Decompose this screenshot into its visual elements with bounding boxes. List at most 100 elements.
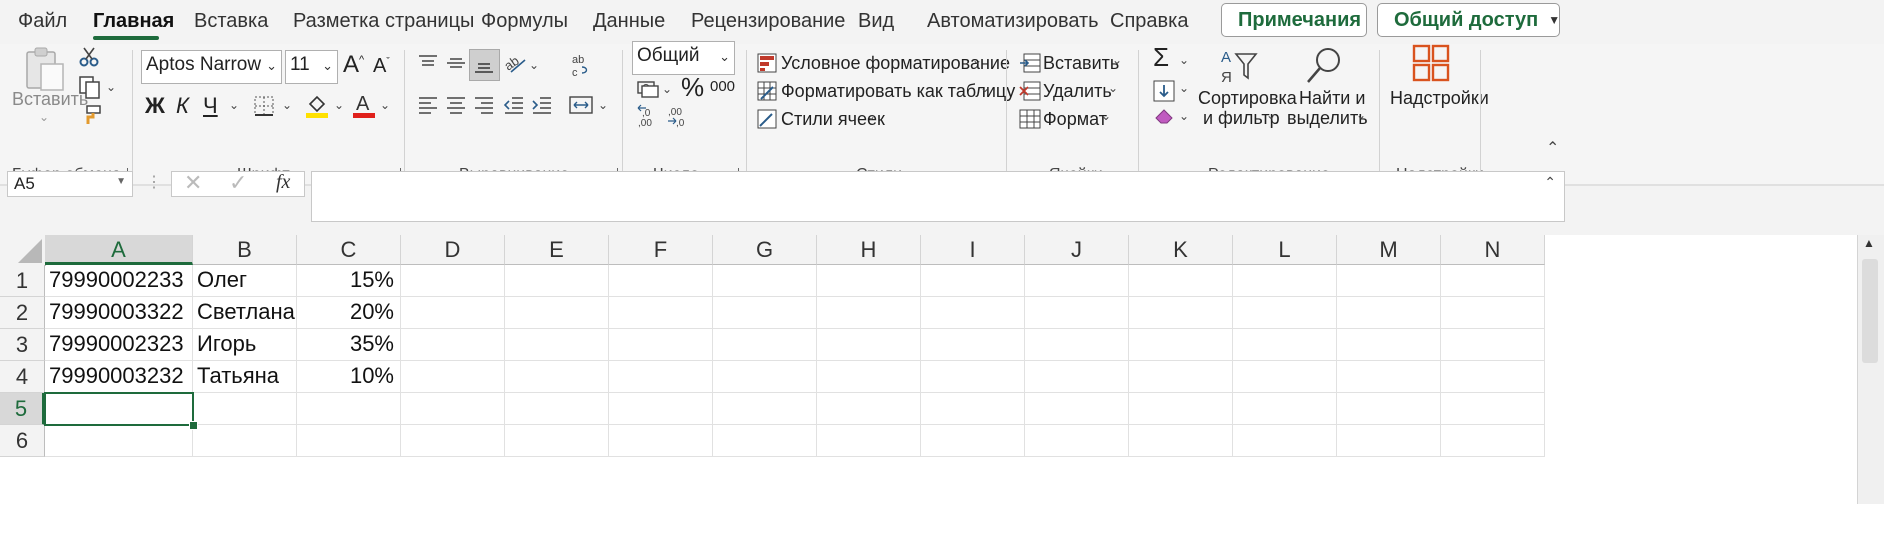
- tab-home[interactable]: Главная: [93, 10, 174, 33]
- chevron-down-icon[interactable]: ⌄: [39, 110, 49, 124]
- decrease-indent-icon[interactable]: [503, 95, 525, 115]
- column-header-h[interactable]: H: [817, 235, 921, 265]
- cell-f4[interactable]: [609, 361, 713, 393]
- cell-g6[interactable]: [713, 425, 817, 457]
- cell-a6[interactable]: [45, 425, 193, 457]
- column-header-f[interactable]: F: [609, 235, 713, 265]
- percent-style-button[interactable]: %: [681, 72, 704, 103]
- chevron-down-icon[interactable]: ⌄: [1179, 81, 1189, 95]
- cell-a2[interactable]: 79990003322: [45, 297, 193, 329]
- column-header-a[interactable]: A: [45, 235, 193, 265]
- cell-g1[interactable]: [713, 265, 817, 297]
- scroll-thumb[interactable]: [1862, 259, 1878, 363]
- autosum-icon[interactable]: Σ: [1153, 42, 1169, 73]
- tab-automate[interactable]: Автоматизировать: [927, 10, 1099, 33]
- cell-d2[interactable]: [401, 297, 505, 329]
- chevron-down-icon[interactable]: ⌄: [282, 98, 292, 112]
- tab-page-layout[interactable]: Разметка страницы: [293, 10, 474, 33]
- cell-f6[interactable]: [609, 425, 713, 457]
- scroll-up-icon[interactable]: ▲: [1863, 236, 1875, 250]
- format-cells-button[interactable]: Формат: [1043, 109, 1107, 130]
- cell-l2[interactable]: [1233, 297, 1337, 329]
- cell-b6[interactable]: [193, 425, 297, 457]
- cell-l1[interactable]: [1233, 265, 1337, 297]
- cell-h5[interactable]: [817, 393, 921, 425]
- tab-help[interactable]: Справка: [1110, 10, 1188, 33]
- cell-i4[interactable]: [921, 361, 1025, 393]
- insert-cells-icon[interactable]: [1019, 53, 1041, 73]
- column-header-l[interactable]: L: [1233, 235, 1337, 265]
- chevron-down-icon[interactable]: ⌄: [980, 81, 990, 95]
- chevron-down-icon[interactable]: ⌄: [1112, 53, 1122, 67]
- cell-i6[interactable]: [921, 425, 1025, 457]
- align-top-icon[interactable]: [417, 53, 439, 73]
- cell-k1[interactable]: [1129, 265, 1233, 297]
- font-color-icon[interactable]: A: [352, 92, 376, 118]
- align-right-icon[interactable]: [473, 95, 495, 115]
- addins-icon[interactable]: [1412, 44, 1450, 82]
- name-box[interactable]: A5 ▼: [7, 171, 133, 197]
- row-header-4[interactable]: 4: [0, 361, 45, 393]
- column-header-i[interactable]: I: [921, 235, 1025, 265]
- insert-cells-button[interactable]: Вставить: [1043, 53, 1119, 74]
- tab-review[interactable]: Рецензирование: [691, 10, 845, 33]
- enter-check-icon[interactable]: ✓: [229, 170, 247, 196]
- cell-n5[interactable]: [1441, 393, 1545, 425]
- find-select-label-1[interactable]: Найти и: [1299, 88, 1365, 109]
- tab-insert[interactable]: Вставка: [194, 10, 268, 33]
- sort-filter-icon[interactable]: А Я: [1219, 46, 1259, 88]
- column-header-g[interactable]: G: [713, 235, 817, 265]
- cell-f2[interactable]: [609, 297, 713, 329]
- chevron-down-icon[interactable]: ⌄: [1179, 109, 1189, 123]
- delete-cells-icon[interactable]: [1019, 81, 1041, 101]
- fill-color-icon[interactable]: [304, 92, 330, 118]
- chevron-down-icon[interactable]: ⌄: [106, 80, 116, 94]
- fill-handle[interactable]: [189, 421, 198, 430]
- cell-m1[interactable]: [1337, 265, 1441, 297]
- cell-a1[interactable]: 79990002233: [45, 265, 193, 297]
- wrap-text-icon[interactable]: abc: [570, 53, 592, 79]
- row-header-2[interactable]: 2: [0, 297, 45, 329]
- cell-f3[interactable]: [609, 329, 713, 361]
- borders-icon[interactable]: [252, 94, 276, 118]
- accounting-format-icon[interactable]: [636, 78, 662, 100]
- chevron-down-icon[interactable]: ⌄: [1108, 81, 1118, 95]
- collapse-ribbon-icon[interactable]: ⌃: [1546, 138, 1559, 158]
- cell-f5[interactable]: [609, 393, 713, 425]
- decrease-decimal-icon[interactable]: ,00,0: [666, 104, 692, 128]
- row-header-1[interactable]: 1: [0, 265, 45, 297]
- cell-j5[interactable]: [1025, 393, 1129, 425]
- cell-e5[interactable]: [505, 393, 609, 425]
- cell-f1[interactable]: [609, 265, 713, 297]
- addins-button[interactable]: Надстройки: [1390, 88, 1489, 109]
- cell-g3[interactable]: [713, 329, 817, 361]
- cell-i3[interactable]: [921, 329, 1025, 361]
- sort-filter-label-1[interactable]: Сортировка: [1198, 88, 1297, 109]
- cell-g2[interactable]: [713, 297, 817, 329]
- cell-c5[interactable]: [297, 393, 401, 425]
- cell-b1[interactable]: Олег: [193, 265, 297, 297]
- increase-decimal-icon[interactable]: ,0,00: [636, 104, 662, 128]
- cell-c3[interactable]: 35%: [297, 329, 401, 361]
- cell-e2[interactable]: [505, 297, 609, 329]
- chevron-down-icon[interactable]: ⌄: [972, 53, 982, 67]
- clear-eraser-icon[interactable]: [1153, 104, 1175, 126]
- delete-cells-button[interactable]: Удалить: [1043, 81, 1112, 102]
- cell-b2[interactable]: Светлана: [193, 297, 297, 329]
- column-header-e[interactable]: E: [505, 235, 609, 265]
- cell-j4[interactable]: [1025, 361, 1129, 393]
- cell-h3[interactable]: [817, 329, 921, 361]
- cell-k2[interactable]: [1129, 297, 1233, 329]
- format-painter-icon[interactable]: [78, 104, 102, 126]
- italic-button[interactable]: К: [176, 93, 189, 119]
- cell-n6[interactable]: [1441, 425, 1545, 457]
- chevron-down-icon[interactable]: ⌄: [334, 98, 344, 112]
- cell-g5[interactable]: [713, 393, 817, 425]
- cell-j2[interactable]: [1025, 297, 1129, 329]
- row-header-6[interactable]: 6: [0, 425, 45, 457]
- merge-center-icon[interactable]: [568, 94, 594, 116]
- cell-h6[interactable]: [817, 425, 921, 457]
- cell-g4[interactable]: [713, 361, 817, 393]
- copy-icon[interactable]: [78, 75, 102, 99]
- chevron-down-icon[interactable]: ⌄: [380, 98, 390, 112]
